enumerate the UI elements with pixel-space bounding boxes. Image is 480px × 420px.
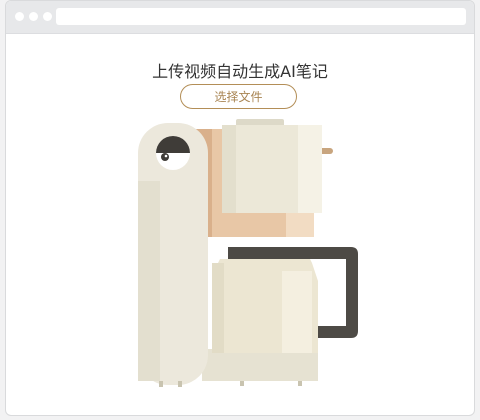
machine-base (202, 349, 318, 381)
coffee-machine-illustration (138, 119, 358, 387)
browser-window: 上传视频自动生成AI笔记 选择文件 (5, 0, 475, 416)
